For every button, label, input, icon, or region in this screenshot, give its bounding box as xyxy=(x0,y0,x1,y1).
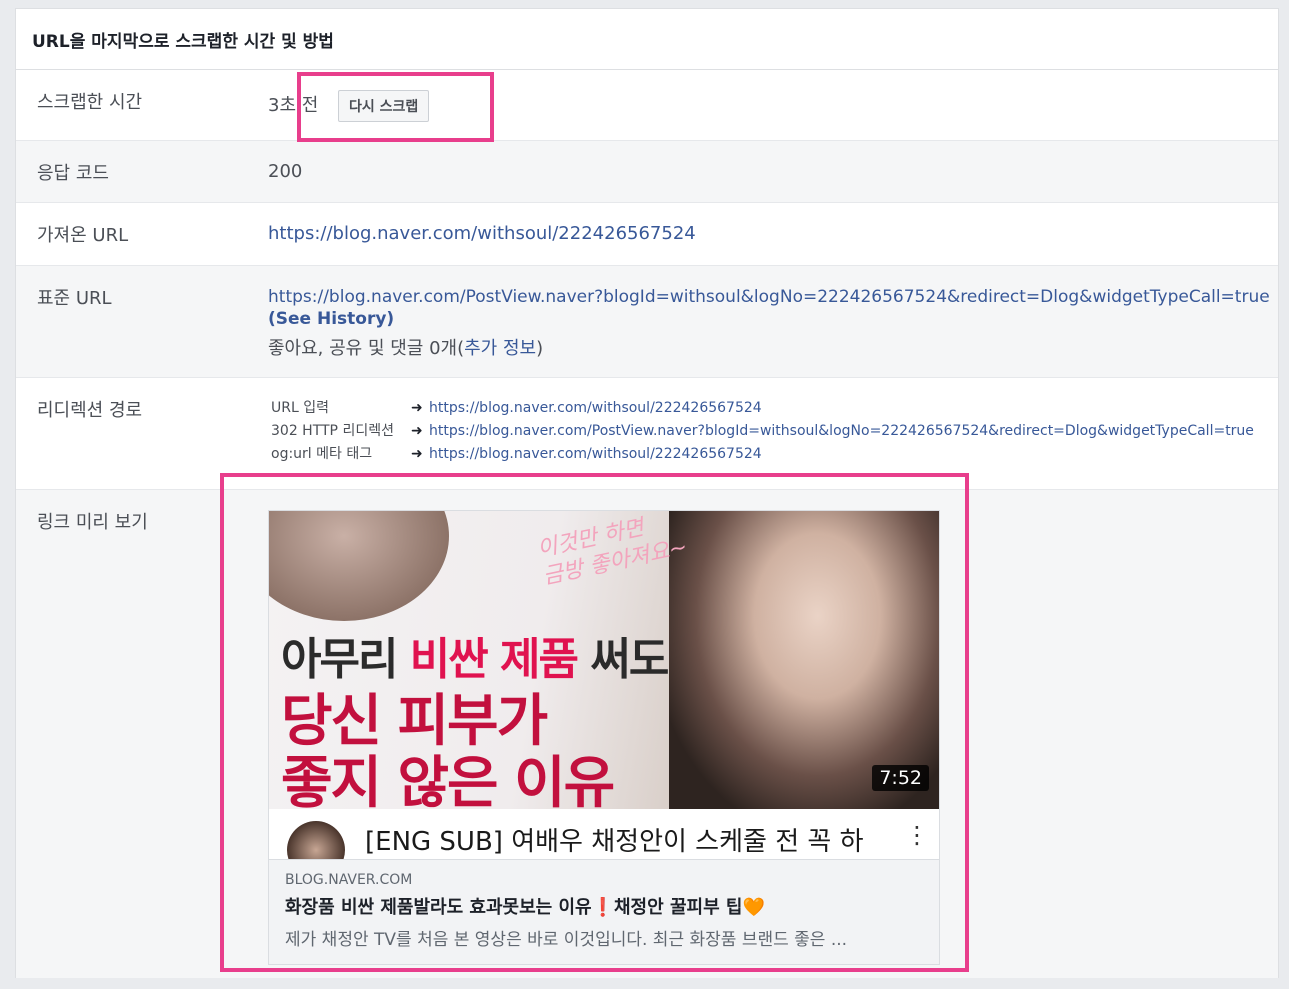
headline-part: 아무리 xyxy=(281,634,410,685)
preview-title: 화장품 비싼 제품발라도 효과못보는 이유❗️채정안 꿀피부 팁🧡 xyxy=(285,897,765,918)
video-duration-badge: 7:52 xyxy=(872,765,929,791)
row-link-preview: 링크 미리 보기 이것만 하면 금방 좋아져요~ 아무리 비싼 제품 써도 당신… xyxy=(16,490,1278,978)
scraped-time-value: 3초 전 xyxy=(268,95,319,116)
video-title: [ENG SUB] 여배우 채정안이 스케줄 전 꼭 하 xyxy=(365,827,864,857)
response-code-value: 200 xyxy=(268,161,303,182)
redirect-url-link[interactable]: https://blog.naver.com/withsoul/22242656… xyxy=(429,400,762,416)
redirect-url-link[interactable]: https://blog.naver.com/withsoul/22242656… xyxy=(429,446,762,462)
redirect-item: og:url 메타 태그 ➜ https://blog.naver.com/with… xyxy=(271,443,1254,466)
redirect-source: URL 입력 xyxy=(271,400,329,416)
redirect-source: 302 HTTP 리디렉션 xyxy=(271,423,394,439)
scraped-time-label: 스크랩한 시간 xyxy=(37,92,143,113)
redirect-path-list: URL 입력 ➜ https://blog.naver.com/withsoul/2… xyxy=(271,397,1254,466)
headline-line-3: 좋지 않은 이유 xyxy=(281,751,615,816)
panel-title: URL을 마지막으로 스크랩한 시간 및 방법 xyxy=(16,9,1278,70)
thumbnail-mirror-shape xyxy=(269,511,449,621)
channel-avatar xyxy=(287,821,345,859)
fetched-url-label: 가져온 URL xyxy=(37,225,129,246)
thumbnail-headline: 아무리 비싼 제품 써도 당신 피부가 좋지 않은 이유 xyxy=(281,629,669,816)
preview-thumbnail: 이것만 하면 금방 좋아져요~ 아무리 비싼 제품 써도 당신 피부가 좋지 않… xyxy=(269,511,939,859)
engagement-suffix: ) xyxy=(536,338,544,359)
more-options-icon: ⋮ xyxy=(905,821,929,849)
canonical-url-value-wrap: https://blog.naver.com/PostView.naver?bl… xyxy=(268,286,1270,360)
row-fetched-url: 가져온 URL https://blog.naver.com/withsoul/… xyxy=(16,203,1278,266)
preview-description: 제가 채정안 TV를 처음 본 영상은 바로 이것입니다. 최근 화장품 브랜드… xyxy=(285,930,848,950)
row-redirect-path: 리디렉션 경로 URL 입력 ➜ https://blog.naver.com/wi… xyxy=(16,378,1278,490)
row-response-code: 응답 코드 200 xyxy=(16,141,1278,203)
redirect-path-label: 리디렉션 경로 xyxy=(37,400,143,421)
response-code-label: 응답 코드 xyxy=(37,163,109,184)
fetched-url-value-wrap: https://blog.naver.com/withsoul/22242656… xyxy=(268,223,696,244)
headline-part: 써도 xyxy=(577,634,669,685)
thumbnail-script-text: 이것만 하면 금방 좋아져요~ xyxy=(535,511,690,592)
canonical-url-link[interactable]: https://blog.naver.com/PostView.naver?bl… xyxy=(268,287,1270,307)
arrow-right-icon: ➜ xyxy=(411,446,423,462)
video-info-bar: [ENG SUB] 여배우 채정안이 스케줄 전 꼭 하 ⋮ xyxy=(269,809,939,859)
redirect-item: URL 입력 ➜ https://blog.naver.com/withsoul/2… xyxy=(271,397,1254,420)
preview-meta: BLOG.NAVER.COM 화장품 비싼 제품발라도 효과못보는 이유❗️채정… xyxy=(269,859,939,964)
headline-part-highlight: 비싼 제품 xyxy=(409,634,579,685)
row-canonical-url: 표준 URL https://blog.naver.com/PostView.n… xyxy=(16,266,1278,378)
fetched-url-link[interactable]: https://blog.naver.com/withsoul/22242656… xyxy=(268,223,696,244)
preview-domain: BLOG.NAVER.COM xyxy=(285,872,413,888)
redirect-url-link[interactable]: https://blog.naver.com/PostView.naver?bl… xyxy=(429,423,1254,439)
redirect-item: 302 HTTP 리디렉션 ➜ https://blog.naver.com/Pos… xyxy=(271,420,1254,443)
link-preview-card[interactable]: 이것만 하면 금방 좋아져요~ 아무리 비싼 제품 써도 당신 피부가 좋지 않… xyxy=(268,510,940,965)
engagement-text: 좋아요, 공유 및 댓글 0개(추가 정보) xyxy=(268,338,1270,360)
canonical-url-label: 표준 URL xyxy=(37,288,112,309)
arrow-right-icon: ➜ xyxy=(411,400,423,416)
redirect-source: og:url 메타 태그 xyxy=(271,446,373,462)
see-history-link[interactable]: (See History) xyxy=(268,309,394,329)
scraped-time-value-wrap: 3초 전 다시 스크랩 xyxy=(268,90,430,122)
headline-line-2: 당신 피부가 xyxy=(281,689,548,754)
row-scraped-time: 스크랩한 시간 3초 전 다시 스크랩 xyxy=(16,70,1278,141)
rescrape-button[interactable]: 다시 스크랩 xyxy=(338,90,430,122)
engagement-prefix: 좋아요, 공유 및 댓글 0개( xyxy=(268,338,465,359)
headline-line-1: 아무리 비싼 제품 써도 xyxy=(281,629,669,691)
more-info-link[interactable]: 추가 정보 xyxy=(464,338,536,359)
link-preview-label: 링크 미리 보기 xyxy=(37,512,148,533)
arrow-right-icon: ➜ xyxy=(411,423,423,439)
scrape-info-panel: URL을 마지막으로 스크랩한 시간 및 방법 스크랩한 시간 3초 전 다시 … xyxy=(15,8,1279,978)
